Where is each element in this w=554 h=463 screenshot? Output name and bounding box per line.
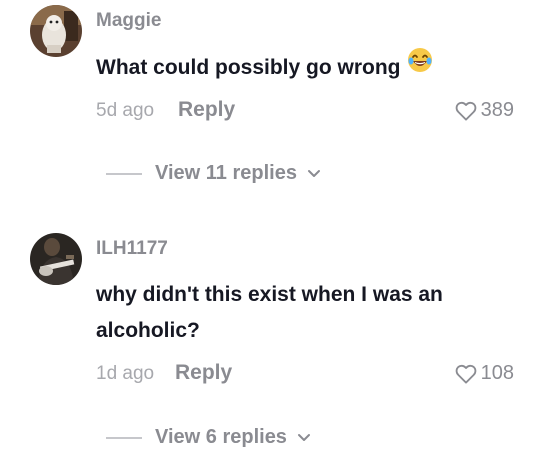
comment-username[interactable]: Maggie [96,10,161,32]
comment-text: why didn't this exist when I was an alco… [96,283,443,342]
comment-timestamp: 1d ago [96,363,155,384]
chevron-down-icon [297,433,311,443]
avatar[interactable] [30,233,82,285]
divider-line [106,436,142,439]
view-replies-label: View 11 replies [155,162,297,184]
view-replies-button[interactable]: View 6 replies [106,426,311,449]
comment-username[interactable]: ILH1177 [96,238,168,260]
view-replies-label: View 6 replies [155,426,287,448]
laughing-crying-emoji-icon [407,47,433,85]
comment-text: What could possibly go wrong [96,47,516,86]
chevron-down-icon [307,169,321,179]
reply-button[interactable]: Reply [178,98,235,122]
comment-timestamp: 5d ago [96,100,155,121]
like-count: 389 [480,99,514,121]
avatar[interactable] [30,5,82,57]
like-button[interactable]: 108 [455,362,514,385]
heart-outline-icon [455,101,477,121]
like-button[interactable]: 389 [455,99,514,122]
like-count: 108 [480,362,514,384]
view-replies-button[interactable]: View 11 replies [106,162,321,185]
reply-button[interactable]: Reply [175,361,232,385]
guitar-photo-avatar [30,233,82,285]
dog-photo-avatar [30,5,82,57]
divider-line [106,172,142,175]
comment-text-content: What could possibly go wrong [96,56,401,79]
heart-outline-icon [455,364,477,384]
